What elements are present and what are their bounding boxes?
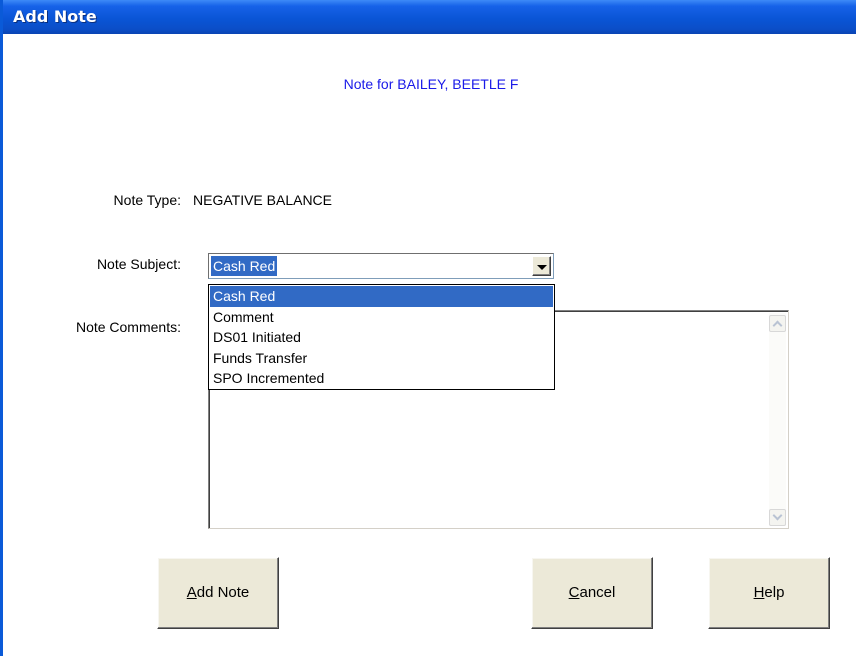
help-button[interactable]: Help bbox=[708, 557, 830, 629]
dropdown-option[interactable]: DS01 Initiated bbox=[210, 327, 553, 348]
chevron-down-icon bbox=[772, 510, 783, 521]
cancel-button[interactable]: Cancel bbox=[531, 557, 653, 629]
dropdown-option[interactable]: Cash Red bbox=[210, 286, 553, 307]
window-title: Add Note bbox=[13, 7, 97, 26]
chevron-down-icon bbox=[537, 265, 547, 270]
chevron-up-icon bbox=[772, 320, 783, 331]
title-bar[interactable]: Add Note bbox=[3, 0, 856, 34]
add-note-button-label: dd Note bbox=[196, 584, 250, 601]
add-note-button-accel: A bbox=[186, 584, 197, 601]
vertical-scrollbar[interactable] bbox=[769, 313, 786, 526]
note-type-value: NEGATIVE BALANCE bbox=[193, 192, 333, 208]
add-note-button[interactable]: Add Note bbox=[157, 557, 279, 629]
help-button-accel: H bbox=[753, 584, 765, 601]
cancel-button-accel: C bbox=[568, 584, 580, 601]
dropdown-option[interactable]: Comment bbox=[210, 307, 553, 328]
scroll-down-button[interactable] bbox=[769, 509, 786, 526]
dropdown-button[interactable] bbox=[532, 256, 551, 276]
note-subject-selected-value: Cash Red bbox=[211, 256, 278, 276]
dropdown-option[interactable]: Funds Transfer bbox=[210, 348, 553, 369]
cancel-button-label: ancel bbox=[579, 584, 616, 601]
note-for-heading: Note for BAILEY, BEETLE F bbox=[343, 76, 519, 92]
add-note-window: Add Note Note for BAILEY, BEETLE F Note … bbox=[0, 0, 856, 656]
note-type-label: Note Type: bbox=[113, 192, 181, 208]
note-subject-select[interactable]: Cash Red bbox=[208, 253, 554, 279]
scroll-up-button[interactable] bbox=[769, 315, 786, 332]
note-comments-label: Note Comments: bbox=[75, 319, 181, 335]
dropdown-option[interactable]: SPO Incremented bbox=[210, 368, 553, 389]
note-subject-dropdown-list[interactable]: Cash Red Comment DS01 Initiated Funds Tr… bbox=[208, 284, 555, 390]
note-subject-label: Note Subject: bbox=[96, 256, 181, 272]
help-button-label: elp bbox=[764, 584, 785, 601]
